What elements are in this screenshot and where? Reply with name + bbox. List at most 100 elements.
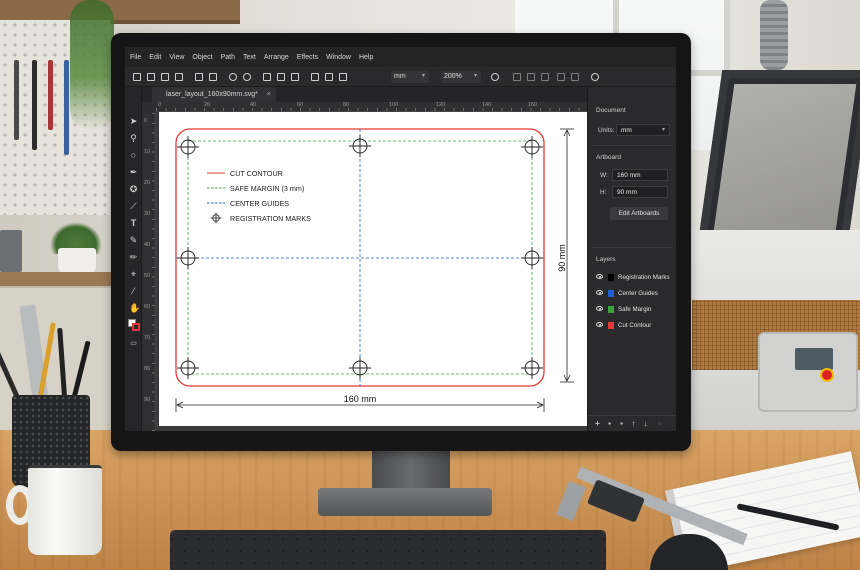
zoom-tool-icon[interactable]: ⚲ [129, 134, 138, 143]
transform-icon[interactable] [527, 73, 535, 81]
paste-icon[interactable] [291, 73, 299, 81]
laser-control-panel [758, 332, 858, 412]
save-icon[interactable] [161, 73, 169, 81]
menu-help[interactable]: Help [359, 54, 373, 61]
rotate-icon[interactable] [571, 73, 579, 81]
snap-icon[interactable] [491, 73, 499, 81]
ellipse-tool-icon[interactable]: ○ [129, 151, 138, 160]
menu-file[interactable]: File [130, 54, 141, 61]
speaker [0, 230, 22, 272]
bezier-tool-icon[interactable]: ⟋ [129, 202, 138, 211]
boolean-icon[interactable] [541, 73, 549, 81]
move-layer-down-icon[interactable]: ↓ [642, 420, 649, 428]
eye-icon[interactable] [596, 274, 603, 279]
vector-editor-window: File Edit View Object Path Text Arrange … [125, 47, 676, 431]
layer-row-center-guides[interactable]: Center Guides [594, 287, 672, 300]
import-icon[interactable] [195, 73, 203, 81]
menu-arrange[interactable]: Arrange [264, 54, 289, 61]
move-layer-up-icon[interactable]: ↑ [630, 420, 637, 428]
pen-tool-icon[interactable]: ✒ [129, 168, 138, 177]
flip-icon[interactable] [557, 73, 565, 81]
artboard[interactable]: CUT CONTOUR SAFE MARGIN (3 mm) CENTER GU… [159, 112, 587, 426]
menu-text[interactable]: Text [243, 54, 256, 61]
eye-icon[interactable] [596, 322, 603, 327]
artboard-height-input[interactable]: 90 mm [612, 186, 668, 198]
brush-tool-icon[interactable]: ✏ [129, 253, 138, 262]
layer-color-swatch [608, 274, 614, 281]
settings-icon[interactable] [591, 73, 599, 81]
registration-mark[interactable] [177, 247, 199, 269]
horizontal-ruler[interactable]: 0 20 40 60 80 100 120 140 160 [156, 102, 587, 112]
export-icon[interactable] [209, 73, 217, 81]
open-folder-icon[interactable] [147, 73, 155, 81]
canvas[interactable]: CUT CONTOUR SAFE MARGIN (3 mm) CENTER GU… [156, 112, 587, 431]
delete-layer-icon[interactable]: ▪ [618, 420, 625, 428]
shape-tool-icon[interactable]: ✪ [129, 185, 138, 194]
eye-icon[interactable] [596, 306, 603, 311]
save-as-icon[interactable] [175, 73, 183, 81]
menu-window[interactable]: Window [326, 54, 351, 61]
units-select[interactable]: mm ▾ [391, 71, 429, 83]
ruler-label: 100 [389, 102, 399, 108]
measure-tool-icon[interactable]: ⌖ [129, 270, 138, 279]
redo-icon[interactable] [243, 73, 251, 81]
layer-row-safe-margin[interactable]: Safe Margin [594, 303, 672, 316]
registration-mark[interactable] [177, 136, 199, 158]
layers-actions-bar: + ▪ ▪ ↑ ↓ ▫ [588, 415, 676, 431]
registration-mark[interactable] [521, 247, 543, 269]
tab-document[interactable]: laser_layout_160x90mm.svg* × [152, 87, 276, 102]
layer-row-registration-marks[interactable]: Registration Marks [594, 271, 672, 284]
screen-mode-icon[interactable]: ▭ [129, 339, 138, 348]
ruler-label: 10 [144, 149, 151, 155]
laser-display [795, 348, 833, 370]
menu-path[interactable]: Path [221, 54, 235, 61]
ungroup-icon[interactable] [325, 73, 333, 81]
fill-stroke-swatch[interactable] [128, 319, 140, 331]
counter-top [0, 272, 112, 286]
eyedropper-tool-icon[interactable]: ⁄ [129, 287, 138, 296]
artboard-panel-title: Artboard [596, 154, 621, 161]
registration-mark[interactable] [521, 357, 543, 379]
trash-icon[interactable]: ▫ [656, 420, 663, 428]
duplicate-layer-icon[interactable]: ▪ [606, 420, 613, 428]
align-icon[interactable] [339, 73, 347, 81]
registration-mark[interactable] [521, 136, 543, 158]
cut-contour[interactable] [175, 128, 545, 387]
selection-tool-icon[interactable]: ➤ [129, 117, 138, 126]
ruler-label: 90 [144, 397, 151, 403]
close-icon[interactable]: × [267, 87, 271, 102]
keyboard[interactable] [170, 530, 606, 570]
vertical-ruler[interactable]: 0 10 20 30 40 50 60 70 80 90 [142, 112, 156, 431]
tab-bar: laser_layout_160x90mm.svg* × [142, 87, 587, 102]
stroke-color-icon[interactable] [132, 323, 140, 331]
document-units-select[interactable]: mm ▾ [616, 124, 670, 136]
laser-cutter-lid [697, 70, 860, 245]
menu-object[interactable]: Object [192, 54, 212, 61]
eye-icon[interactable] [596, 290, 603, 295]
menu-view[interactable]: View [169, 54, 184, 61]
pencil-tool-icon[interactable]: ✎ [129, 236, 138, 245]
artboard-width-input[interactable]: 160 mm [612, 169, 668, 181]
add-layer-icon[interactable]: + [594, 420, 601, 428]
zoom-select[interactable]: 200% ▾ [441, 71, 481, 83]
ruler-label: 80 [343, 102, 350, 108]
registration-mark[interactable] [349, 357, 371, 379]
emergency-stop-button [820, 368, 834, 382]
menu-edit[interactable]: Edit [149, 54, 161, 61]
cut-icon[interactable] [263, 73, 271, 81]
registration-mark[interactable] [349, 135, 371, 157]
hand-tool-icon[interactable]: ✋ [129, 304, 140, 313]
plant-pot [58, 248, 96, 274]
legend-label-cut: CUT CONTOUR [230, 169, 283, 178]
group-icon[interactable] [311, 73, 319, 81]
node-tool-icon[interactable] [513, 73, 521, 81]
text-tool-icon[interactable]: T [129, 219, 138, 228]
edit-artboards-button[interactable]: Edit Artboards [610, 207, 668, 220]
registration-mark[interactable] [177, 357, 199, 379]
copy-icon[interactable] [277, 73, 285, 81]
menu-effects[interactable]: Effects [297, 54, 318, 61]
new-file-icon[interactable] [133, 73, 141, 81]
layer-row-cut-contour[interactable]: Cut Contour [594, 319, 672, 332]
layer-name: Safe Margin [618, 306, 652, 313]
undo-icon[interactable] [229, 73, 237, 81]
